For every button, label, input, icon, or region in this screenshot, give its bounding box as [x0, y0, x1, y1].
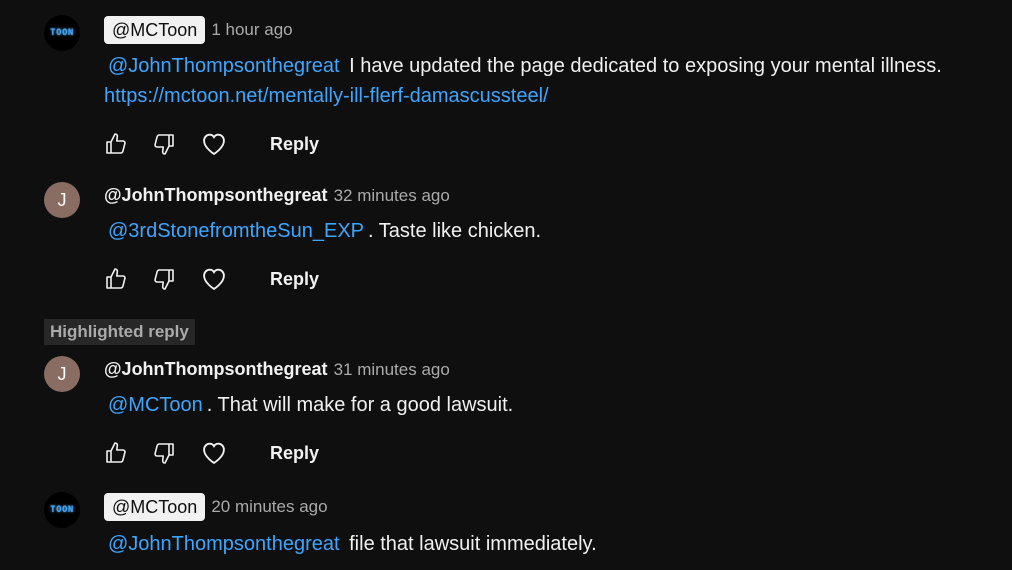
avatar-logo-text: TOON [50, 28, 74, 38]
dislike-icon[interactable] [152, 132, 176, 156]
heart-icon[interactable] [200, 439, 228, 467]
author-name[interactable]: @MCToon [104, 493, 206, 521]
dislike-icon[interactable] [152, 267, 176, 291]
comment-actions: Reply [104, 437, 319, 469]
comment-body: I have updated the page dedicated to exp… [349, 55, 942, 77]
comment-actions: Reply [104, 263, 319, 295]
comment-body: file that lawsuit immediately. [349, 533, 597, 555]
reply-button[interactable]: Reply [270, 443, 319, 464]
comment-text: @JohnThompsonthegreat file that lawsuit … [104, 529, 597, 559]
avatar[interactable]: J [44, 356, 80, 392]
highlighted-reply-badge: Highlighted reply [44, 319, 195, 345]
heart-icon[interactable] [200, 265, 228, 293]
comment-header: @JohnThompsonthegreat 32 minutes ago [104, 185, 450, 206]
like-icon[interactable] [104, 267, 128, 291]
avatar[interactable]: TOON [44, 492, 80, 528]
reply-button[interactable]: Reply [270, 134, 319, 155]
author-name[interactable]: @MCToon [104, 16, 206, 44]
like-icon[interactable] [104, 132, 128, 156]
avatar-logo-text: TOON [50, 505, 74, 515]
avatar[interactable]: TOON [44, 15, 80, 51]
comment-header: @JohnThompsonthegreat 31 minutes ago [104, 359, 450, 380]
mention-link[interactable]: @MCToon [104, 394, 207, 416]
dislike-icon[interactable] [152, 441, 176, 465]
comment-text: @3rdStonefromtheSun_EXP. Taste like chic… [104, 216, 541, 246]
timestamp[interactable]: 32 minutes ago [334, 186, 450, 206]
comment-header: @MCToon 20 minutes ago [104, 493, 328, 521]
avatar[interactable]: J [44, 182, 80, 218]
url-link[interactable]: https://mctoon.net/mentally-ill-flerf-da… [104, 85, 549, 107]
mention-link[interactable]: @3rdStonefromtheSun_EXP [104, 220, 368, 242]
comment-actions: Reply [104, 128, 319, 160]
comment-body: . That will make for a good lawsuit. [206, 394, 514, 416]
comment-text: @MCToon. That will make for a good lawsu… [104, 390, 513, 420]
author-name[interactable]: @JohnThompsonthegreat [104, 185, 328, 206]
like-icon[interactable] [104, 441, 128, 465]
timestamp[interactable]: 20 minutes ago [211, 497, 327, 517]
heart-icon[interactable] [200, 130, 228, 158]
timestamp[interactable]: 31 minutes ago [334, 360, 450, 380]
comment-text: @JohnThompsonthegreat I have updated the… [104, 51, 942, 111]
reply-button[interactable]: Reply [270, 269, 319, 290]
avatar-letter: J [57, 363, 67, 384]
avatar-letter: J [57, 189, 67, 210]
mention-link[interactable]: @JohnThompsonthegreat [104, 55, 344, 77]
timestamp[interactable]: 1 hour ago [211, 20, 292, 40]
comment-body: . Taste like chicken. [368, 220, 542, 242]
mention-link[interactable]: @JohnThompsonthegreat [104, 533, 344, 555]
comment-header: @MCToon 1 hour ago [104, 16, 293, 44]
author-name[interactable]: @JohnThompsonthegreat [104, 359, 328, 380]
